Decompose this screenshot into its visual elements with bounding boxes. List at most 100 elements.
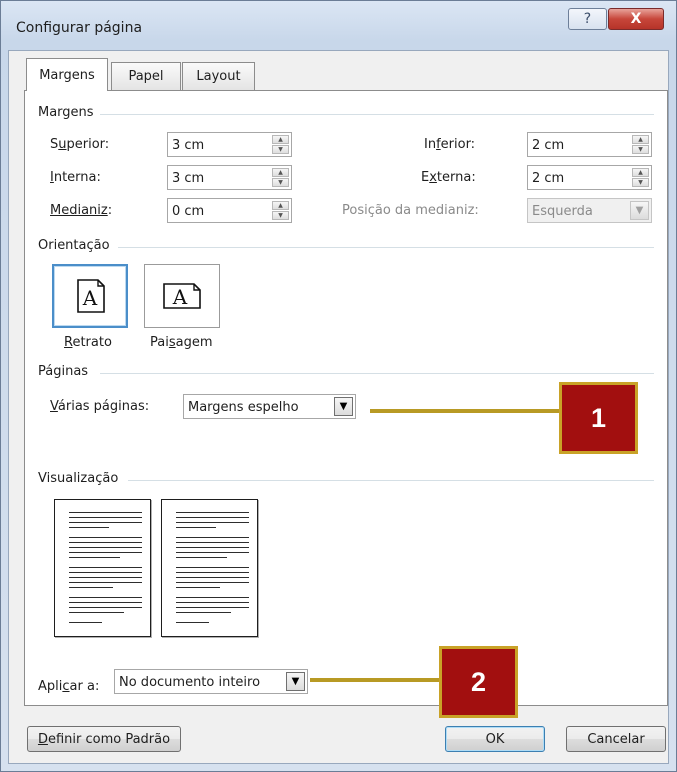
landscape-option[interactable]: A [144, 264, 220, 328]
section-title-preview: Visualização [38, 471, 119, 486]
preview-text-line [69, 527, 109, 528]
chevron-down-icon[interactable]: ▼ [334, 397, 353, 416]
close-button[interactable]: X [608, 8, 664, 30]
ok-label: OK [485, 731, 505, 747]
section-divider [100, 114, 654, 115]
tab-papel[interactable]: Papel [111, 62, 181, 90]
preview-text-line [69, 537, 142, 538]
preview-text-line [69, 597, 142, 598]
callout-badge-1: 1 [559, 382, 638, 454]
help-icon: ? [583, 11, 592, 27]
preview-text-line [69, 512, 142, 513]
spin-down-icon[interactable]: ▼ [272, 211, 289, 220]
tab-label: Layout [196, 69, 241, 84]
section-title-pages: Páginas [38, 364, 89, 379]
preview-text-line [176, 567, 249, 568]
section-divider [118, 247, 654, 248]
inferior-spinner[interactable]: 2 cm ▲ ▼ [527, 132, 652, 157]
tab-label: Margens [39, 67, 95, 83]
preview-page-left [54, 499, 151, 637]
spin-up-icon[interactable]: ▲ [632, 135, 649, 144]
multiple-pages-select[interactable]: Margens espelho ▼ [183, 394, 356, 419]
preview-text-line [176, 597, 249, 598]
preview-text-line [176, 582, 249, 583]
superior-label: Superior: [50, 137, 110, 152]
callout-badge-2: 2 [439, 646, 518, 718]
window-title: Configurar página [16, 20, 143, 36]
preview-text-line [176, 542, 249, 543]
spin-down-icon[interactable]: ▼ [632, 145, 649, 154]
spin-down-icon[interactable]: ▼ [632, 178, 649, 187]
ok-button[interactable]: OK [445, 726, 545, 752]
interna-label: Interna: [50, 170, 101, 185]
close-icon: X [630, 11, 642, 27]
multiple-pages-value: Margens espelho [188, 400, 299, 415]
section-divider [128, 480, 654, 481]
section-title-orientation: Orientação [38, 238, 110, 253]
spin-down-icon[interactable]: ▼ [272, 178, 289, 187]
gutter-position-value: Esquerda [532, 204, 593, 219]
inferior-label: Inferior: [424, 137, 476, 152]
apply-to-value: No documento inteiro [119, 675, 261, 690]
callout-connector-2 [310, 678, 442, 682]
tab-label: Papel [128, 69, 164, 84]
portrait-option[interactable]: A [52, 264, 128, 328]
interna-spinner[interactable]: 3 cm ▲ ▼ [167, 165, 292, 190]
preview-text-line [176, 547, 249, 548]
preview-text-line [176, 522, 249, 523]
interna-value: 3 cm [172, 171, 205, 186]
preview-text-line [176, 572, 249, 573]
preview-text-line [69, 567, 142, 568]
spin-up-icon[interactable]: ▲ [272, 201, 289, 210]
tab-margens[interactable]: Margens [26, 58, 108, 91]
apply-to-select[interactable]: No documento inteiro ▼ [114, 669, 308, 694]
preview-text-line [176, 577, 249, 578]
preview-text-line [69, 622, 102, 623]
inferior-value: 2 cm [532, 138, 565, 153]
preview-text-line [69, 542, 142, 543]
preview-text-line [176, 602, 249, 603]
svg-text:A: A [82, 286, 98, 310]
help-button[interactable]: ? [568, 8, 607, 30]
preview-text-line [176, 517, 249, 518]
preview-text-line [176, 607, 249, 608]
section-divider [100, 373, 654, 374]
preview-text-line [69, 607, 142, 608]
multiple-pages-label: Várias páginas: [50, 399, 150, 414]
externa-value: 2 cm [532, 171, 565, 186]
preview-text-line [176, 527, 216, 528]
preview-text-line [176, 537, 249, 538]
spin-up-icon[interactable]: ▲ [632, 168, 649, 177]
callout-number: 1 [590, 402, 607, 433]
callout-number: 2 [470, 666, 487, 697]
portrait-page-icon: A [77, 279, 105, 313]
spin-up-icon[interactable]: ▲ [272, 135, 289, 144]
preview-text-line [69, 517, 142, 518]
spin-down-icon[interactable]: ▼ [272, 145, 289, 154]
cancel-button[interactable]: Cancelar [566, 726, 666, 752]
superior-spinner[interactable]: 3 cm ▲ ▼ [167, 132, 292, 157]
superior-value: 3 cm [172, 138, 205, 153]
preview-text-line [176, 622, 209, 623]
preview-text-line [69, 587, 113, 588]
externa-spinner[interactable]: 2 cm ▲ ▼ [527, 165, 652, 190]
preview-text-line [69, 612, 124, 613]
preview-text-line [176, 612, 231, 613]
medianiz-spinner[interactable]: 0 cm ▲ ▼ [167, 198, 292, 223]
gutter-position-label: Posição da medianiz: [342, 203, 479, 218]
gutter-position-select: Esquerda ▼ [527, 198, 652, 223]
apply-to-label: Aplicar a: [38, 679, 100, 694]
preview-text-line [69, 552, 142, 553]
preview-text-line [69, 547, 142, 548]
chevron-down-icon[interactable]: ▼ [286, 672, 305, 691]
cancel-label: Cancelar [587, 731, 645, 747]
set-default-button[interactable]: Definir como Padrão [27, 726, 181, 752]
callout-connector-1 [370, 409, 562, 413]
spin-up-icon[interactable]: ▲ [272, 168, 289, 177]
set-default-label: Definir como Padrão [37, 731, 171, 747]
section-title-margins: Margens [38, 105, 94, 120]
preview-text-line [176, 512, 249, 513]
svg-text:A: A [172, 285, 188, 309]
medianiz-label: Medianiz: [50, 203, 113, 218]
tab-layout[interactable]: Layout [182, 62, 255, 90]
